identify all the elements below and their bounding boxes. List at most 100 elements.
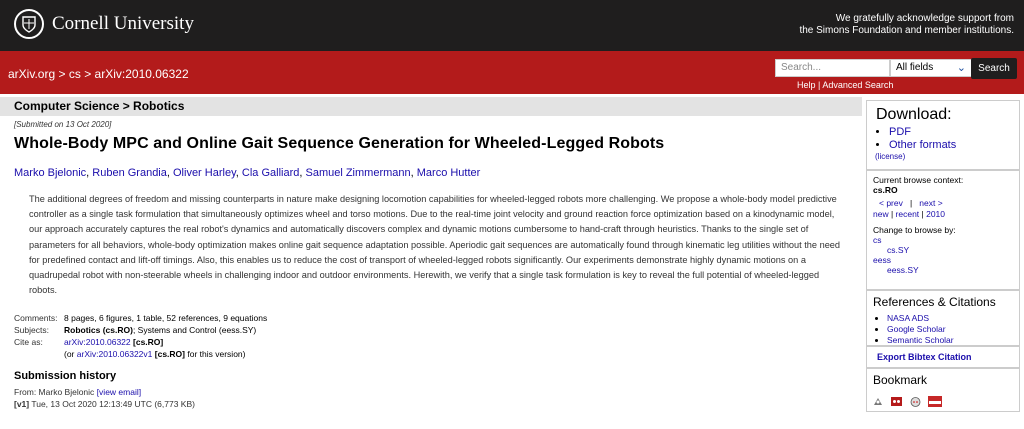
- cite-tag: [cs.RO]: [133, 337, 164, 348]
- browse-eess-sy-link[interactable]: eess.SY: [887, 265, 919, 275]
- primary-subject: Robotics (cs.RO): [64, 325, 133, 336]
- browse-cs-sy-link[interactable]: cs.SY: [887, 245, 909, 255]
- context-value: cs.RO: [873, 185, 898, 195]
- cite-value: arXiv:2010.06322 [cs.RO]: [64, 336, 267, 348]
- paper-title: Whole-Body MPC and Online Gait Sequence …: [14, 135, 665, 152]
- cite-version-suffix: for this version): [187, 349, 246, 360]
- from-text: From: Marko Bjelonic: [14, 387, 95, 398]
- nasa-ads-link[interactable]: NASA ADS: [887, 313, 929, 323]
- export-bibtex-link[interactable]: Export Bibtex Citation: [877, 352, 972, 362]
- crumb-separator: >: [84, 67, 92, 81]
- license-link[interactable]: (license): [875, 152, 905, 161]
- license-line: (license): [875, 152, 1019, 161]
- search-field-value: All fields: [896, 62, 934, 73]
- sciencewise-icon[interactable]: [928, 394, 943, 408]
- crumb-paper-id: arXiv:2010.06322: [94, 67, 189, 81]
- reference-item: Google Scholar: [887, 324, 1019, 335]
- context-label: Current browse context:: [873, 175, 964, 185]
- recent-link[interactable]: recent: [896, 209, 920, 219]
- advanced-search-link[interactable]: Advanced Search: [822, 80, 893, 90]
- help-link[interactable]: Help: [797, 80, 816, 90]
- bookmark-icons: [867, 391, 1019, 409]
- reddit-icon[interactable]: [910, 394, 921, 408]
- cite-id-link[interactable]: arXiv:2010.06322: [64, 337, 131, 347]
- logo-text: Cornell University: [52, 13, 194, 34]
- author-link[interactable]: Marko Bjelonic: [14, 167, 86, 179]
- browse-context-box: Current browse context: cs.RO < prev | n…: [866, 170, 1020, 290]
- download-box: Download: PDF Other formats (license): [866, 100, 1020, 170]
- author-link[interactable]: Marco Hutter: [417, 167, 481, 179]
- prev-link[interactable]: < prev: [879, 198, 903, 208]
- other-formats-link[interactable]: Other formats: [889, 139, 956, 151]
- author-link[interactable]: Cla Galliard: [242, 167, 299, 179]
- browse-eess-link[interactable]: eess: [873, 255, 891, 265]
- bookmark-box: Bookmark: [866, 368, 1020, 412]
- crumb-separator: >: [58, 67, 66, 81]
- references-list: NASA ADS Google Scholar Semantic Scholar: [867, 313, 1019, 346]
- bibsonomy-icon[interactable]: [873, 394, 884, 406]
- search-help-links: Help | Advanced Search: [797, 80, 893, 90]
- ack-line-2: the Simons Foundation and member institu…: [799, 25, 1014, 36]
- search-input[interactable]: Search...: [775, 59, 890, 77]
- download-item: PDF: [889, 126, 1019, 139]
- change-browse-label: Change to browse by:: [873, 225, 956, 235]
- browse-eess-sy-row: eess.SY: [873, 265, 1013, 275]
- submitted-date: [Submitted on 13 Oct 2020]: [14, 120, 112, 129]
- cite-version: (or arXiv:2010.06322v1 [cs.RO] for this …: [64, 348, 267, 360]
- metadata-table: Comments: 8 pages, 6 figures, 1 table, 5…: [14, 312, 854, 360]
- submission-history: From: Marko Bjelonic [view email] [v1] T…: [14, 386, 854, 410]
- year-link[interactable]: 2010: [926, 209, 945, 219]
- pdf-link[interactable]: PDF: [889, 126, 911, 138]
- author-link[interactable]: Ruben Grandia: [92, 167, 167, 179]
- search-button[interactable]: Search: [971, 58, 1017, 79]
- browse-period: new | recent | 2010: [873, 209, 946, 219]
- bibtex-box: Export Bibtex Citation: [866, 346, 1020, 368]
- version-info: Tue, 13 Oct 2020 12:13:49 UTC (6,773 KB): [31, 399, 195, 410]
- subjects-value: Robotics (cs.RO); Systems and Control (e…: [64, 324, 267, 336]
- browse-cs-link[interactable]: cs: [873, 235, 882, 245]
- empty-cell: [14, 348, 64, 360]
- browse-eess-row: eess: [873, 255, 1013, 265]
- cite-label: Cite as:: [14, 337, 43, 348]
- download-heading: Download:: [876, 106, 952, 123]
- author-link[interactable]: Samuel Zimmermann: [305, 167, 410, 179]
- version-link[interactable]: [v1]: [14, 399, 29, 409]
- abstract: The additional degrees of freedom and mi…: [29, 194, 841, 296]
- prev-next: < prev | next >: [879, 198, 943, 208]
- mendeley-icon[interactable]: [891, 394, 903, 407]
- secondary-subject: ; Systems and Control (eess.SY): [132, 325, 257, 336]
- top-header: Cornell University We gratefully acknowl…: [0, 0, 1024, 51]
- view-email-link[interactable]: [view email]: [97, 387, 141, 397]
- cornell-logo[interactable]: Cornell University: [14, 9, 194, 39]
- acknowledgement: We gratefully acknowledge support from t…: [799, 13, 1014, 37]
- download-list: PDF Other formats: [867, 126, 1019, 152]
- cite-version-tag: [cs.RO]: [154, 349, 185, 360]
- comments-label: Comments:: [14, 313, 58, 324]
- bookmark-heading: Bookmark: [873, 373, 928, 387]
- comments-value: 8 pages, 6 figures, 1 table, 52 referenc…: [64, 313, 268, 324]
- search-field-select[interactable]: All fields ⌄: [890, 59, 972, 77]
- semantic-scholar-link[interactable]: Semantic Scholar: [887, 335, 954, 345]
- ack-line-1: We gratefully acknowledge support from: [835, 13, 1014, 24]
- author-list: Marko Bjelonic, Ruben Grandia, Oliver Ha…: [14, 167, 481, 179]
- google-scholar-link[interactable]: Google Scholar: [887, 324, 946, 334]
- references-heading: References & Citations: [873, 295, 996, 309]
- reference-item: NASA ADS: [887, 313, 1019, 324]
- from-line: From: Marko Bjelonic [view email]: [14, 386, 854, 398]
- version-line: [v1] Tue, 13 Oct 2020 12:13:49 UTC (6,77…: [14, 398, 854, 410]
- cornell-seal-icon: [14, 9, 44, 39]
- download-item: Other formats: [889, 139, 1019, 152]
- new-link[interactable]: new: [873, 209, 889, 219]
- subjects-label: Subjects:: [14, 325, 49, 336]
- next-link[interactable]: next >: [919, 198, 942, 208]
- reference-item: Semantic Scholar: [887, 335, 1019, 346]
- paper-main: [Submitted on 13 Oct 2020] Whole-Body MP…: [14, 120, 854, 410]
- breadcrumb: arXiv.org > cs > arXiv:2010.06322: [8, 67, 189, 81]
- cite-version-link[interactable]: arXiv:2010.06322v1: [77, 349, 153, 359]
- crumb-arxiv[interactable]: arXiv.org: [8, 67, 55, 81]
- crumb-cs[interactable]: cs: [69, 67, 81, 81]
- cite-version-prefix: (or: [64, 349, 75, 360]
- author-link[interactable]: Oliver Harley: [173, 167, 236, 179]
- help-separator: |: [818, 80, 821, 90]
- references-box: References & Citations NASA ADS Google S…: [866, 290, 1020, 346]
